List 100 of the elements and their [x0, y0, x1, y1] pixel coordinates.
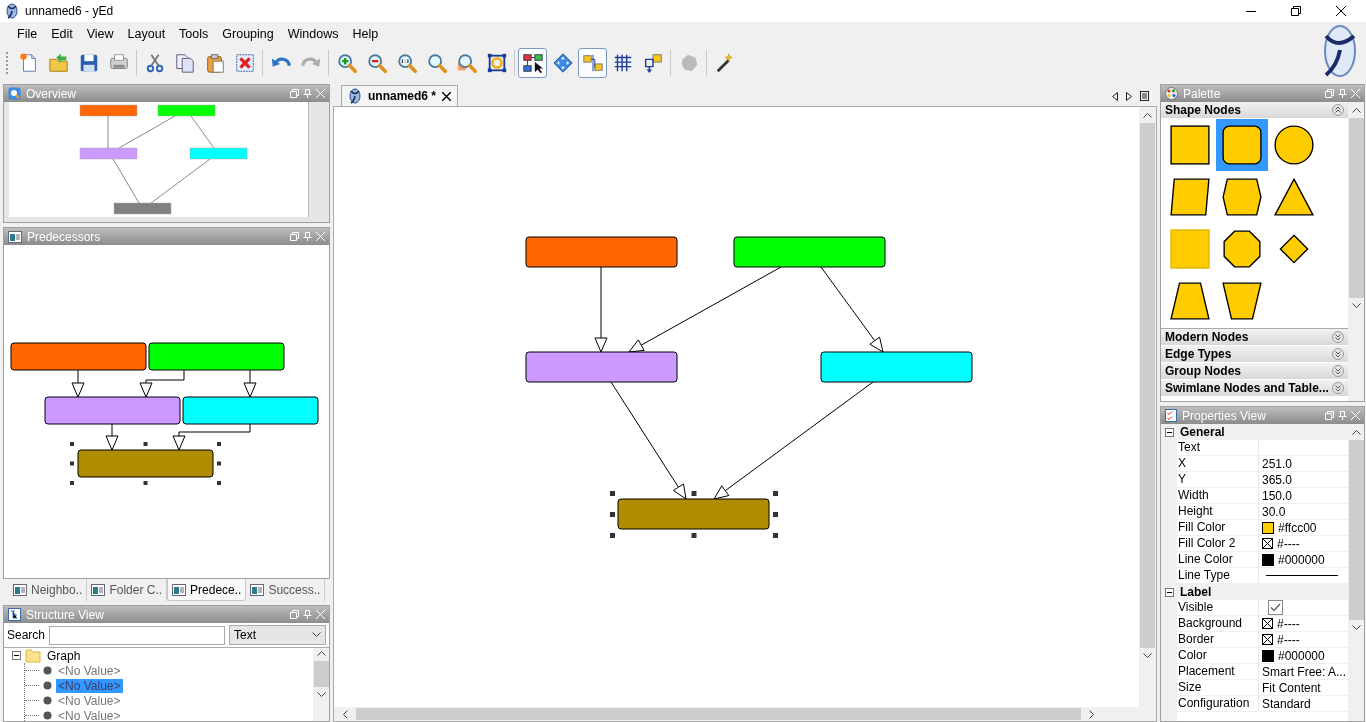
triangle-left-icon[interactable]: [1112, 91, 1118, 101]
filter-dropdown[interactable]: Text: [229, 625, 326, 645]
restore-icon[interactable]: [290, 89, 299, 98]
tree-item[interactable]: <No Value>: [56, 663, 123, 678]
view-tab[interactable]: Predece..: [167, 579, 247, 601]
view-tab[interactable]: Success..: [246, 579, 326, 601]
property-value[interactable]: 30.0: [1262, 504, 1286, 519]
scrollbar[interactable]: [313, 648, 329, 721]
menu-item[interactable]: Tools: [172, 24, 216, 44]
property-value[interactable]: #----: [1277, 632, 1300, 647]
property-value[interactable]: #----: [1277, 536, 1300, 551]
pin-icon[interactable]: [303, 610, 312, 619]
chevron-down-icon[interactable]: [1351, 303, 1361, 309]
close-icon[interactable]: [442, 91, 451, 101]
chevron-left-icon[interactable]: [342, 709, 348, 719]
palette-section-header[interactable]: Shape Nodes: [1161, 102, 1348, 119]
scrollbar[interactable]: [1139, 107, 1156, 707]
no-color-icon[interactable]: [1262, 634, 1273, 645]
tree-item[interactable]: <No Value>: [56, 693, 123, 708]
property-value[interactable]: #000000: [1278, 648, 1325, 663]
restore-icon[interactable]: [290, 610, 299, 619]
property-value[interactable]: Fit Content: [1262, 680, 1321, 695]
pin-icon[interactable]: [1338, 89, 1347, 98]
property-value[interactable]: 365.0: [1262, 472, 1293, 487]
toolbar-button[interactable]: [518, 48, 547, 78]
no-color-icon[interactable]: [1262, 538, 1273, 549]
property-value[interactable]: Smart Free: A...: [1262, 664, 1347, 679]
collapse-icon[interactable]: [12, 651, 21, 660]
selection-handles[interactable]: [610, 491, 778, 538]
maximize-icon[interactable]: [1291, 6, 1301, 16]
no-color-icon[interactable]: [1262, 618, 1273, 629]
edge-arrow[interactable]: [713, 381, 874, 500]
palette-section-header[interactable]: Edge Types: [1161, 346, 1348, 363]
restore-icon[interactable]: [290, 232, 299, 241]
chevron-down-icon[interactable]: [1351, 625, 1361, 631]
chevron-down-icon[interactable]: [1143, 653, 1152, 659]
graph-node[interactable]: [148, 342, 285, 371]
menu-item[interactable]: Windows: [280, 24, 346, 44]
graph-node[interactable]: [44, 396, 181, 425]
edge-arrow[interactable]: [610, 381, 687, 500]
selection-handles[interactable]: [70, 442, 221, 485]
view-tab[interactable]: Neighbo..: [9, 579, 88, 601]
collapse-icon[interactable]: [1165, 587, 1174, 597]
chevron-up-icon[interactable]: [316, 650, 326, 656]
pin-icon[interactable]: [303, 89, 312, 98]
menu-item[interactable]: Grouping: [215, 24, 281, 44]
chevron-right-icon[interactable]: [1089, 709, 1095, 719]
tree-item[interactable]: <No Value>: [56, 708, 123, 721]
property-value[interactable]: 251.0: [1262, 456, 1293, 471]
edge-arrow[interactable]: [594, 266, 608, 353]
list-icon[interactable]: [1140, 91, 1149, 101]
menu-item[interactable]: Layout: [120, 24, 173, 44]
view-tab[interactable]: Folder C..: [87, 579, 168, 601]
graph-node[interactable]: [617, 498, 770, 530]
chevron-up-icon[interactable]: [1143, 112, 1152, 118]
graph-node[interactable]: [182, 396, 319, 425]
graph-node[interactable]: [525, 351, 678, 383]
graph-node[interactable]: [820, 351, 973, 383]
scrollbar[interactable]: [1348, 424, 1364, 721]
palette-section-header[interactable]: Modern Nodes: [1161, 329, 1348, 346]
menu-item[interactable]: Edit: [44, 24, 80, 44]
search-field[interactable]: [49, 625, 226, 645]
tree-item[interactable]: <No Value>: [56, 678, 123, 693]
scrollbar[interactable]: [1348, 102, 1364, 401]
graph-node[interactable]: [733, 236, 886, 268]
pin-icon[interactable]: [303, 232, 312, 241]
color-swatch[interactable]: [1262, 553, 1274, 566]
menu-item[interactable]: View: [79, 24, 121, 44]
menu-item[interactable]: Help: [345, 24, 386, 44]
overview-canvas[interactable]: [9, 102, 309, 217]
chevron-up-icon[interactable]: [1351, 429, 1361, 435]
edge-arrow[interactable]: [628, 266, 782, 353]
restore-icon[interactable]: [1325, 411, 1334, 420]
zoom-in-icon: [335, 52, 358, 74]
restore-icon[interactable]: [1325, 89, 1334, 98]
palette-item[interactable]: [1216, 119, 1268, 171]
checkbox[interactable]: [1268, 600, 1283, 615]
pin-icon[interactable]: [1338, 411, 1347, 420]
palette-section-header[interactable]: Group Nodes: [1161, 363, 1348, 380]
collapse-icon[interactable]: [1165, 427, 1174, 437]
triangle-right-icon[interactable]: [1126, 91, 1132, 101]
property-value[interactable]: #000000: [1278, 552, 1325, 567]
edge-arrow[interactable]: [820, 266, 884, 353]
property-value[interactable]: #ffcc00: [1278, 520, 1317, 535]
property-value[interactable]: 150.0: [1262, 488, 1293, 503]
graph-node[interactable]: [525, 236, 678, 268]
palette-section-header[interactable]: Swimlane Nodes and Table...: [1161, 380, 1348, 397]
property-value[interactable]: #----: [1277, 616, 1300, 631]
tree-item[interactable]: Graph: [45, 648, 83, 663]
scrollbar[interactable]: [334, 707, 1156, 721]
color-swatch[interactable]: [1262, 521, 1274, 534]
menu-item[interactable]: File: [10, 24, 45, 44]
close-icon[interactable]: [1336, 6, 1346, 16]
property-value[interactable]: Standard: [1262, 696, 1311, 711]
chevron-down-icon[interactable]: [316, 692, 326, 698]
chevron-up-icon[interactable]: [1351, 107, 1361, 113]
graph-node[interactable]: [10, 342, 147, 371]
graph-node[interactable]: [77, 449, 214, 478]
document-tab[interactable]: unnamed6 *: [341, 85, 458, 106]
color-swatch[interactable]: [1262, 649, 1274, 662]
